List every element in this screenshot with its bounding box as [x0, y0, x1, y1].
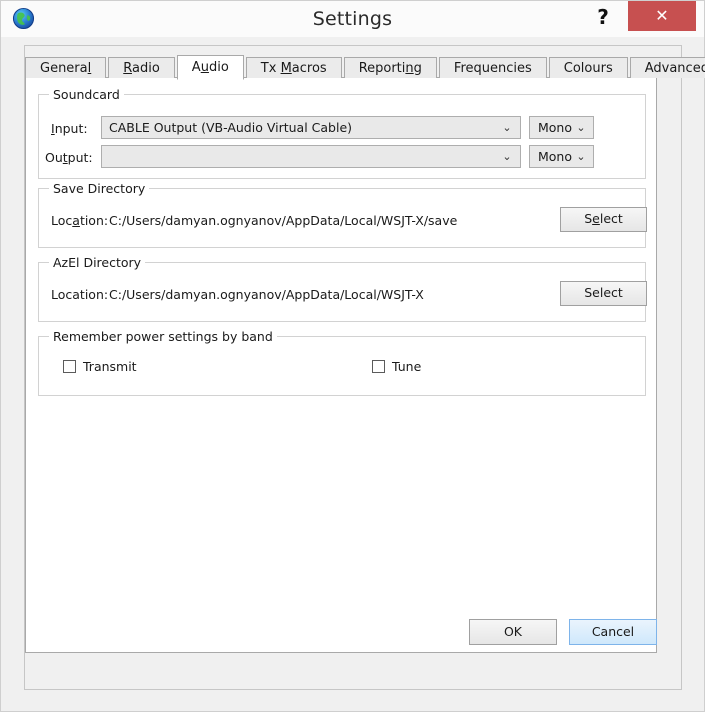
tab-colours[interactable]: Colours [549, 57, 628, 78]
chevron-down-icon: ⌄ [500, 146, 514, 167]
checkbox-tune[interactable]: Tune [372, 359, 421, 374]
output-channel-select[interactable]: Mono ⌄ [529, 145, 594, 168]
cancel-button[interactable]: Cancel [569, 619, 657, 645]
group-soundcard: Soundcard Input: CABLE Output (VB-Audio … [38, 94, 646, 179]
output-channel-value: Mono [538, 146, 572, 167]
tab-advanced[interactable]: Advanced [630, 57, 705, 78]
input-channel-select[interactable]: Mono ⌄ [529, 116, 594, 139]
input-channel-value: Mono [538, 117, 572, 138]
group-remember-power-settings: Remember power settings by band Transmit… [38, 336, 646, 396]
group-title-azel-directory: AzEl Directory [49, 255, 145, 270]
tab-bar: General Radio Audio Tx Macros Reporting … [25, 54, 705, 78]
checkbox-transmit-label: Transmit [83, 359, 137, 374]
group-title-remember-power: Remember power settings by band [49, 329, 277, 344]
tab-tx-macros[interactable]: Tx Macros [246, 57, 342, 78]
azel-location-label: Location: [51, 287, 108, 302]
checkbox-tune-label: Tune [392, 359, 421, 374]
title-bar: Settings ? ✕ [1, 1, 704, 37]
group-title-save-directory: Save Directory [49, 181, 149, 196]
checkbox-transmit[interactable]: Transmit [63, 359, 137, 374]
tab-audio[interactable]: Audio [177, 55, 244, 80]
group-save-directory: Save Directory Location: C:/Users/damyan… [38, 188, 646, 248]
save-location-path: C:/Users/damyan.ognyanov/AppData/Local/W… [109, 213, 457, 228]
tab-reporting[interactable]: Reporting [344, 57, 437, 78]
azel-location-path: C:/Users/damyan.ognyanov/AppData/Local/W… [109, 287, 424, 302]
chevron-down-icon: ⌄ [574, 146, 588, 167]
save-location-label: Location: [51, 213, 108, 228]
input-device-value: CABLE Output (VB-Audio Virtual Cable) [109, 117, 352, 138]
checkbox-box-icon[interactable] [372, 360, 385, 373]
output-label: Output: [45, 150, 93, 165]
tab-general[interactable]: General [25, 57, 106, 78]
input-label: Input: [51, 121, 88, 136]
chevron-down-icon: ⌄ [500, 117, 514, 138]
tab-panel-audio: Soundcard Input: CABLE Output (VB-Audio … [25, 77, 657, 653]
help-button[interactable]: ? [586, 1, 620, 34]
checkbox-box-icon[interactable] [63, 360, 76, 373]
chevron-down-icon: ⌄ [574, 117, 588, 138]
ok-button[interactable]: OK [469, 619, 557, 645]
settings-window: Settings ? ✕ General Radio Audio Tx Macr… [0, 0, 705, 712]
output-device-select[interactable]: ⌄ [101, 145, 521, 168]
azel-directory-select-button[interactable]: Select [560, 281, 647, 306]
save-directory-select-button[interactable]: Select [560, 207, 647, 232]
tab-radio[interactable]: Radio [108, 57, 175, 78]
group-azel-directory: AzEl Directory Location: C:/Users/damyan… [38, 262, 646, 322]
tab-frequencies[interactable]: Frequencies [439, 57, 547, 78]
group-title-soundcard: Soundcard [49, 87, 124, 102]
close-icon[interactable]: ✕ [628, 1, 696, 31]
input-device-select[interactable]: CABLE Output (VB-Audio Virtual Cable) ⌄ [101, 116, 521, 139]
